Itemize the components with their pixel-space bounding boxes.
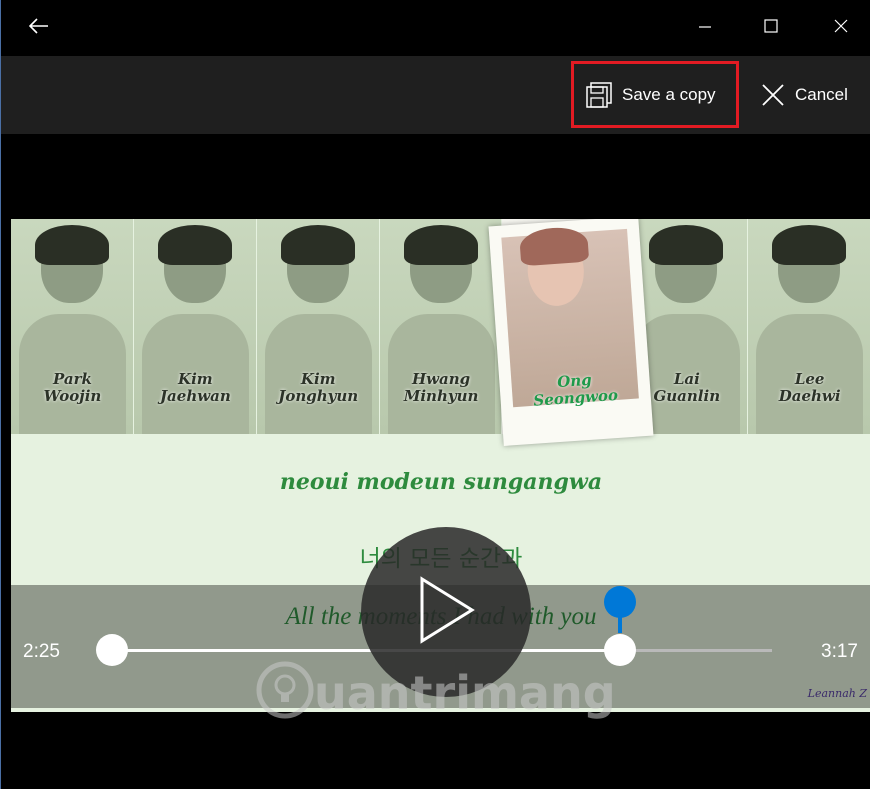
trim-start-time: 2:25 (23, 641, 60, 662)
save-a-copy-button[interactable]: Save a copy (571, 61, 739, 128)
member-card: Kim Jaehwan (133, 219, 257, 434)
save-copy-icon (586, 81, 612, 108)
maximize-icon (764, 18, 778, 38)
trim-end-time: 3:17 (821, 641, 858, 662)
member-name: Kim Jaehwan (159, 370, 231, 405)
member-card: Kim Jonghyun (256, 219, 380, 434)
play-icon (416, 575, 476, 650)
playhead-marker[interactable] (603, 585, 637, 633)
back-button[interactable] (11, 0, 67, 56)
close-icon (761, 83, 785, 107)
member-name: Park Woojin (43, 370, 102, 405)
title-bar (1, 0, 870, 56)
minimize-icon (698, 19, 712, 38)
member-name: Lee Daehwi (778, 370, 841, 405)
cancel-label: Cancel (795, 84, 848, 104)
trim-selected-range (112, 649, 621, 652)
save-a-copy-label: Save a copy (622, 84, 716, 104)
close-icon (834, 19, 848, 38)
lyric-romanized: neoui modeun sungangwa (279, 469, 603, 495)
member-name: Hwang Minhyun (403, 370, 479, 405)
lightbulb-icon (256, 661, 314, 724)
photos-video-trim-window: Save a copy Cancel Park Woojin Kim Jaehwan (0, 0, 870, 789)
member-card: Hwang Minhyun (379, 219, 503, 434)
trim-start-handle[interactable] (96, 634, 128, 666)
member-name: Kim Jonghyun (278, 370, 359, 405)
watermark-text: uantrimang (314, 665, 616, 720)
member-strip: Park Woojin Kim Jaehwan Kim Jonghyun Hwang M… (11, 219, 870, 434)
site-watermark: uantrimang (256, 661, 616, 724)
video-credit: Leannah Z (807, 687, 867, 700)
minimize-button[interactable] (677, 0, 733, 56)
command-bar: Save a copy Cancel (1, 56, 870, 134)
maximize-button[interactable] (743, 0, 799, 56)
cancel-button[interactable]: Cancel (761, 61, 848, 128)
member-card: Park Woojin (11, 219, 134, 434)
arrow-left-icon (28, 17, 49, 39)
video-area[interactable]: Park Woojin Kim Jaehwan Kim Jonghyun Hwang M… (1, 134, 870, 789)
member-card: Lee Daehwi (748, 219, 870, 434)
featured-member-polaroid: Ong Seongwoo (488, 219, 654, 446)
close-window-button[interactable] (813, 0, 869, 56)
